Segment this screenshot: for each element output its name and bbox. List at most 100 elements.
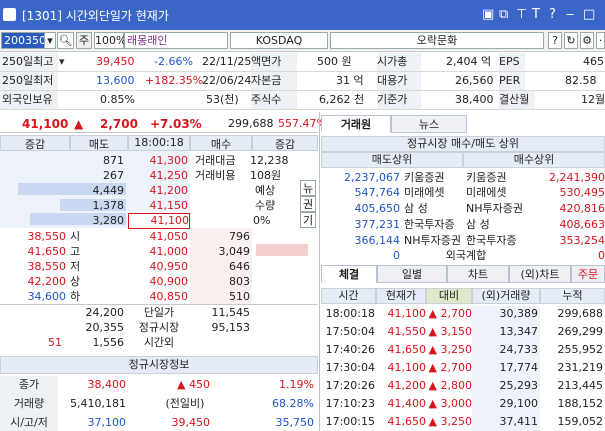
tab-daily[interactable]: 일별: [377, 265, 447, 283]
buy-broker[interactable]: NH투자증권: [466, 202, 523, 216]
copy-icon[interactable]: ⧉: [499, 7, 508, 22]
rights-button[interactable]: 권: [300, 196, 316, 212]
label-ohl: 시/고/저: [10, 416, 48, 429]
col-tick-change[interactable]: 대비: [426, 288, 472, 304]
ask-qty: 3,280: [92, 214, 125, 227]
sell-broker[interactable]: 한국투자증: [404, 218, 455, 232]
stock-code-input[interactable]: 200350: [1, 32, 46, 49]
tick-cum: 231,219: [557, 361, 604, 374]
bid-bar: [256, 244, 308, 256]
news-button[interactable]: 뉴: [300, 180, 316, 196]
low-price: 13,600: [96, 74, 135, 87]
info-row-2: 250일최저 13,600 +182.35% 22/06/24 자본금 31 억…: [0, 72, 605, 91]
more-icon[interactable]: ·: [596, 32, 605, 49]
ask-price[interactable]: 41,200: [128, 184, 189, 198]
close-price: 38,400: [87, 378, 127, 391]
ask-price[interactable]: 41,300: [128, 154, 189, 168]
high-price-regular: 39,450: [171, 416, 211, 429]
pin-icon[interactable]: ⊤: [516, 7, 527, 22]
label-foreign-hold: 외국인보유: [2, 93, 53, 106]
stat-lower: 34,600: [27, 290, 67, 303]
footer-label-regular: 정규시장: [138, 321, 180, 334]
link-icon[interactable]: ▣: [482, 7, 494, 22]
buy-broker[interactable]: 한국투자증: [466, 234, 517, 248]
col-time: 18:00:18: [128, 135, 190, 151]
zoom-percent[interactable]: 100%: [94, 32, 126, 49]
sell-broker[interactable]: 키움증권: [404, 171, 444, 185]
sell-top-header: 매도상위: [321, 152, 463, 168]
search-icon[interactable]: 🔍︎: [57, 32, 74, 49]
per: 82.58: [565, 74, 597, 87]
foreign-hold-qty: 53(천): [206, 93, 239, 106]
help-icon[interactable]: ?: [549, 7, 556, 22]
buy-qty: 420,816: [559, 202, 605, 215]
tick-cum: 269,299: [557, 325, 604, 338]
tick-time: 17:00:15: [325, 415, 375, 428]
bid-price[interactable]: 40,900: [128, 275, 189, 289]
bid-price[interactable]: 41,000: [128, 245, 189, 259]
tick-cum: 213,445: [557, 379, 604, 392]
footer-ask-total: 24,200: [85, 306, 125, 319]
sell-broker[interactable]: 삼 성: [404, 202, 428, 216]
price-change: 2,700: [100, 117, 138, 131]
footer-regular-ask: 20,355: [85, 321, 125, 334]
shares: 6,262 천: [319, 93, 365, 106]
bid-price[interactable]: 41,050: [128, 230, 189, 244]
dropdown-icon[interactable]: ▾: [59, 53, 65, 71]
current-price: 41,100: [22, 117, 69, 131]
tick-change: ▲ 2,800: [428, 379, 472, 392]
bid-price[interactable]: 40,850: [128, 290, 189, 304]
sell-broker[interactable]: 미래에셋: [404, 186, 444, 200]
stat-upper-label: 상: [70, 275, 81, 288]
ask-price[interactable]: 41,150: [128, 199, 189, 213]
maximize-icon[interactable]: □: [583, 7, 595, 22]
help-button[interactable]: ?: [548, 32, 562, 49]
ju-button[interactable]: 주: [76, 32, 92, 49]
market-cap: 2,404 억: [446, 55, 492, 68]
tick-price: 41,650: [387, 343, 427, 356]
tick-change: ▲ 3,150: [428, 325, 472, 338]
col-bid: 매수: [190, 135, 252, 151]
tick-price: 41,400: [387, 397, 427, 410]
ask-qty: 1,378: [92, 199, 125, 212]
stat-low: 38,550: [27, 260, 67, 273]
info-row-3: 외국인보유 0.85% 53(천) 주식수 6,262 천 기준가 38,400…: [0, 91, 605, 110]
tick-cum: 255,952: [557, 343, 604, 356]
tick-time: 17:20:26: [325, 379, 375, 392]
buy-broker[interactable]: 삼 성: [466, 218, 490, 232]
settings-icon[interactable]: ⚙: [580, 32, 594, 49]
text-icon[interactable]: T: [532, 7, 540, 22]
tab-foreign-chart[interactable]: (외)차트: [509, 265, 571, 283]
buy-broker[interactable]: 키움증권: [466, 171, 506, 185]
tick-price: 41,100: [387, 361, 427, 374]
minimize-icon[interactable]: ‒: [566, 7, 574, 22]
app-icon: [3, 8, 16, 21]
col-tick-volume: (외)거래량: [472, 288, 540, 304]
tab-ticks[interactable]: 체결: [321, 265, 377, 283]
ask-price-current[interactable]: 41,100: [128, 213, 190, 229]
label-market-cap: 시가총: [377, 53, 421, 71]
footer-change: 51: [48, 336, 62, 349]
settle-month: 12월: [581, 93, 605, 106]
gi-button[interactable]: 기: [300, 212, 316, 228]
sell-broker[interactable]: NH투자증권: [404, 234, 461, 248]
dropdown-icon[interactable]: ▾: [44, 32, 56, 49]
sell-qty: 366,144: [354, 234, 401, 247]
bid-qty: 796: [229, 230, 250, 243]
label-volume: 거래량: [13, 397, 45, 410]
quote-header: 41,100 ▲ 2,700 +7.03% 299,688 557.47%: [0, 115, 327, 133]
bid-price[interactable]: 40,950: [128, 260, 189, 274]
ask-price[interactable]: 41,250: [128, 169, 189, 183]
tab-chart[interactable]: 차트: [447, 265, 509, 283]
tab-broker[interactable]: 거래원: [321, 115, 391, 133]
tick-cum: 159,052: [557, 415, 604, 428]
foreign-hold-pct: 0.85%: [100, 93, 135, 106]
tick-time: 17:50:04: [325, 325, 375, 338]
tab-order[interactable]: 주문: [571, 265, 605, 283]
tick-volume: 37,411: [499, 415, 539, 428]
buy-broker[interactable]: 미래에셋: [466, 186, 506, 200]
footer-bid-total: 11,545: [211, 306, 251, 319]
tab-news[interactable]: 뉴스: [391, 115, 467, 133]
stat-upper: 42,200: [27, 275, 67, 288]
refresh-icon[interactable]: ↻: [564, 32, 578, 49]
